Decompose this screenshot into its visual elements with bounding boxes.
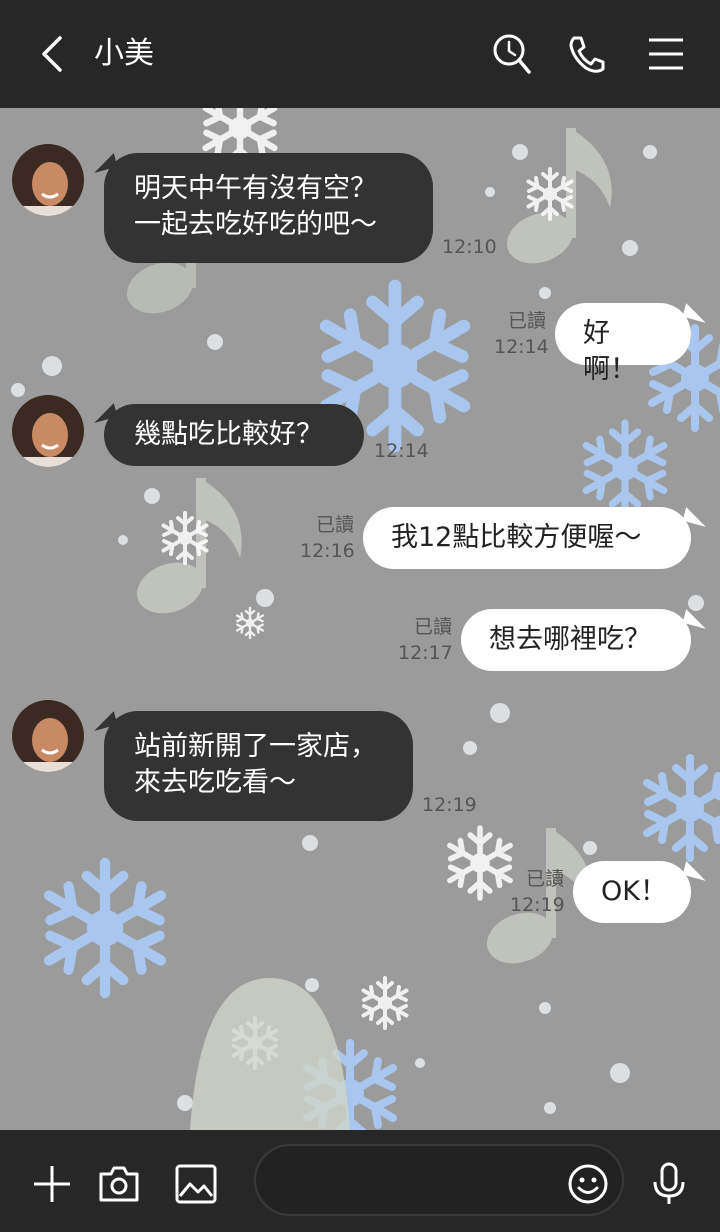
- emoji-icon[interactable]: [566, 1162, 610, 1206]
- microphone-icon[interactable]: [647, 1162, 691, 1206]
- read-receipt: 已讀 12:14: [494, 310, 549, 358]
- input-bar: [0, 1130, 720, 1232]
- message-bubble-received[interactable]: 站前新開了一家店， 來去吃吃看～: [104, 711, 413, 821]
- menu-icon[interactable]: [646, 32, 686, 76]
- contact-avatar[interactable]: [12, 700, 84, 772]
- chat-title: 小美: [94, 36, 154, 71]
- read-receipt: 已讀 12:17: [398, 616, 453, 664]
- message-time: 12:14: [374, 440, 429, 462]
- image-icon[interactable]: [174, 1162, 218, 1206]
- message-bubble-received[interactable]: 明天中午有沒有空？ 一起去吃好吃的吧～: [104, 153, 433, 263]
- message-bubble-sent[interactable]: OK！: [573, 861, 691, 923]
- read-receipt: 已讀 12:16: [300, 514, 355, 562]
- camera-icon[interactable]: [97, 1162, 141, 1206]
- read-receipt: 已讀 12:19: [510, 868, 565, 916]
- message-bubble-sent[interactable]: 好啊！: [555, 303, 691, 385]
- message-bubble-sent[interactable]: 想去哪裡吃？: [461, 609, 691, 671]
- search-clock-icon[interactable]: [492, 32, 532, 76]
- message-time: 12:19: [422, 794, 477, 816]
- plus-icon[interactable]: [30, 1162, 74, 1206]
- chat-header: 小美: [0, 0, 720, 108]
- message-time: 12:10: [442, 236, 497, 258]
- message-bubble-received[interactable]: 幾點吃比較好？: [104, 404, 364, 466]
- message-bubble-sent[interactable]: 我12點比較方便喔～: [363, 507, 691, 569]
- contact-avatar[interactable]: [12, 144, 84, 216]
- chevron-left-icon[interactable]: [36, 34, 72, 74]
- contact-avatar[interactable]: [12, 395, 84, 467]
- phone-icon[interactable]: [566, 32, 606, 76]
